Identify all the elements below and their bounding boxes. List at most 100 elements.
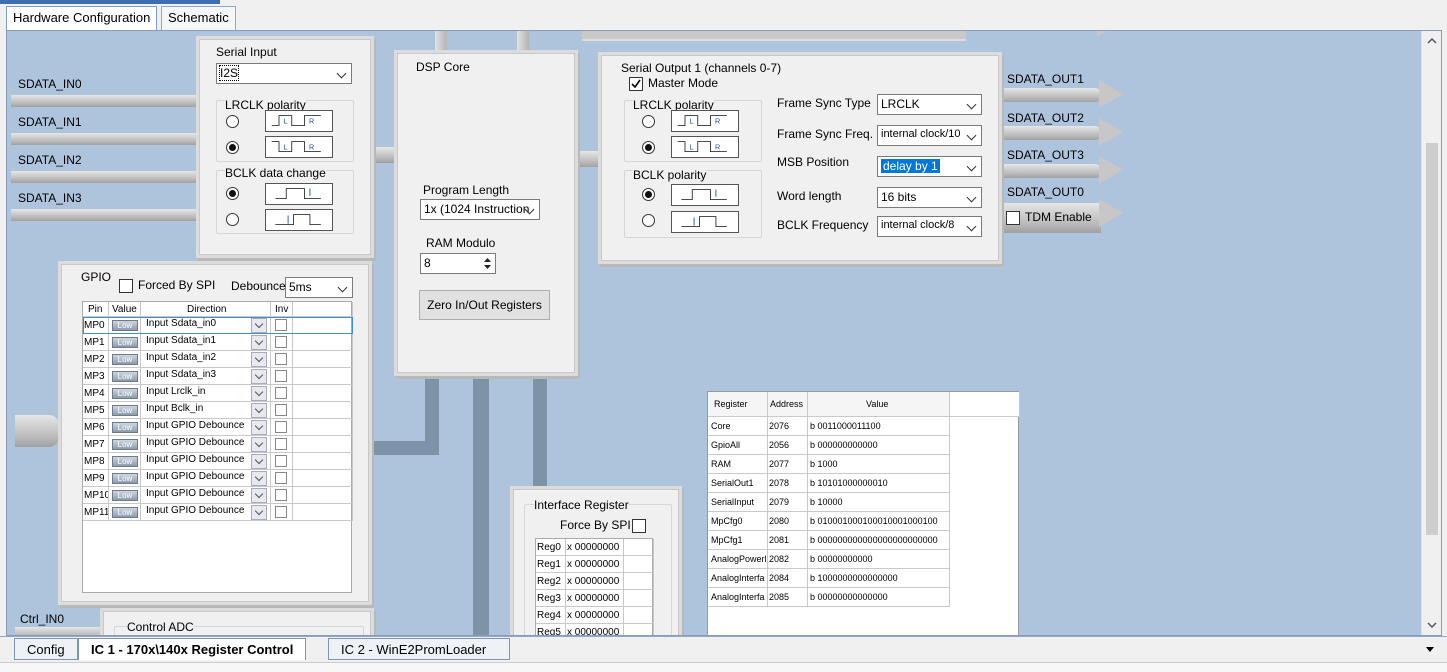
si-lrclk-radio-2[interactable] xyxy=(226,141,239,154)
msb-position-select[interactable]: delay by 1 xyxy=(877,156,982,177)
tab-ic2-wine2promloader[interactable]: IC 2 - WinE2PromLoader xyxy=(328,638,510,660)
label-sdata-out2: SDATA_OUT2 xyxy=(1007,111,1084,125)
si-bclk-radio-2[interactable] xyxy=(226,213,239,226)
chevron-down-icon[interactable] xyxy=(251,335,267,350)
force-by-spi-checkbox[interactable] xyxy=(632,519,646,533)
chevron-down-icon[interactable] xyxy=(251,471,267,486)
gpio-inv-checkbox[interactable] xyxy=(275,438,287,450)
zero-in-out-registers-button[interactable]: Zero In/Out Registers xyxy=(419,290,550,320)
ireg-value[interactable]: x 00000000 xyxy=(566,539,624,556)
gpio-low-button[interactable]: Low xyxy=(112,439,138,450)
register-empty xyxy=(950,436,1020,455)
gpio-inv-checkbox[interactable] xyxy=(275,489,287,501)
pipe-sdata-out1 xyxy=(997,88,1101,102)
chevron-down-icon[interactable] xyxy=(251,352,267,367)
tdm-enable-checkbox[interactable] xyxy=(1006,211,1020,225)
gpio-low-button[interactable]: Low xyxy=(112,371,138,382)
tab-config[interactable]: Config xyxy=(14,638,78,660)
register-value[interactable]: b 1000000000000000 xyxy=(808,569,950,588)
chevron-down-icon[interactable] xyxy=(251,403,267,418)
chevron-down-icon[interactable] xyxy=(251,454,267,469)
gpio-low-button[interactable]: Low xyxy=(112,422,138,433)
gpio-low-button[interactable]: Low xyxy=(112,456,138,467)
register-value[interactable]: b 10101000000010 xyxy=(808,474,950,493)
register-address: 2084 xyxy=(768,569,808,588)
ireg-value[interactable]: x 00000000 xyxy=(566,556,624,573)
gpio-low-button[interactable]: Low xyxy=(112,507,138,518)
gpio-inv-checkbox[interactable] xyxy=(275,387,287,399)
gpio-low-button[interactable]: Low xyxy=(112,337,138,348)
register-value[interactable]: b 00000000000 xyxy=(808,550,950,569)
chevron-down-icon[interactable] xyxy=(251,437,267,452)
ram-modulo-stepper[interactable]: 8 xyxy=(420,253,496,274)
scroll-down-icon[interactable] xyxy=(1426,621,1438,629)
chevron-down-icon[interactable] xyxy=(251,369,267,384)
debounce-select[interactable]: 5ms xyxy=(285,277,353,298)
register-value[interactable]: b 000000000000 xyxy=(808,436,950,455)
gpio-inv-checkbox[interactable] xyxy=(275,336,287,348)
register-empty xyxy=(950,474,1020,493)
scrollbar-thumb[interactable] xyxy=(1426,143,1438,535)
so-lrclk-radio-1[interactable] xyxy=(642,115,655,128)
so-lrclk-radio-2[interactable] xyxy=(642,141,655,154)
gpio-inv-checkbox[interactable] xyxy=(275,353,287,365)
register-value[interactable]: b 1000 xyxy=(808,455,950,474)
pipe-sdata-in0 xyxy=(11,95,205,107)
gpio-inv-checkbox[interactable] xyxy=(275,506,287,518)
gpio-inv-checkbox[interactable] xyxy=(275,370,287,382)
serial-input-title: Serial Input xyxy=(216,45,277,59)
bclk-frequency-select[interactable]: internal clock/8 xyxy=(877,216,982,237)
chevron-down-icon[interactable] xyxy=(251,386,267,401)
spin-arrows-icon[interactable] xyxy=(481,255,494,272)
gpio-pin: MP11 xyxy=(83,504,109,521)
register-address: 2078 xyxy=(768,474,808,493)
register-value[interactable]: b 010001000100010001000100 xyxy=(808,512,950,531)
gpio-pin: MP8 xyxy=(83,453,109,470)
tab-schematic[interactable]: Schematic xyxy=(161,6,236,30)
register-value[interactable]: b 10000 xyxy=(808,493,950,512)
tab-ic1-register-control[interactable]: IC 1 - 170x\140x Register Control xyxy=(78,638,307,660)
label-sdata-in0: SDATA_IN0 xyxy=(18,77,82,91)
gpio-inv-checkbox[interactable] xyxy=(275,421,287,433)
frame-sync-freq-select[interactable]: internal clock/10 xyxy=(877,125,982,146)
so-bclk-radio-2[interactable] xyxy=(642,214,655,227)
tab-hardware-configuration[interactable]: Hardware Configuration xyxy=(6,6,158,30)
register-value[interactable]: b 00000000000000 xyxy=(808,588,950,607)
so-bclk-radio-1[interactable] xyxy=(642,188,655,201)
si-lrclk-radio-1[interactable] xyxy=(226,115,239,128)
schematic-canvas[interactable]: SDATA_IN0 SDATA_IN1 SDATA_IN2 SDATA_IN3 … xyxy=(6,30,1442,636)
gpio-low-button[interactable]: Low xyxy=(112,388,138,399)
chevron-down-icon[interactable] xyxy=(251,420,267,435)
chevron-down-icon[interactable] xyxy=(251,505,267,520)
si-bclk-radio-1[interactable] xyxy=(226,187,239,200)
gpio-low-button[interactable]: Low xyxy=(112,473,138,484)
gpio-inv-checkbox[interactable] xyxy=(275,455,287,467)
chevron-down-icon[interactable] xyxy=(251,488,267,503)
tab-dropdown-icon[interactable] xyxy=(1424,645,1436,653)
frame-sync-type-select[interactable]: LRCLK xyxy=(877,94,982,115)
forced-by-spi-checkbox[interactable] xyxy=(119,279,133,293)
gpio-low-button[interactable]: Low xyxy=(112,490,138,501)
gpio-low-button[interactable]: Low xyxy=(112,354,138,365)
ireg-value[interactable]: x 00000000 xyxy=(566,590,624,607)
ireg-value[interactable]: x 00000000 xyxy=(566,624,624,635)
serial-input-format-select[interactable]: I2S xyxy=(216,63,352,84)
ireg-name: Reg4 xyxy=(536,607,566,624)
master-mode-checkbox[interactable] xyxy=(629,77,643,91)
gpio-inv-checkbox[interactable] xyxy=(275,472,287,484)
gpio-inv-checkbox[interactable] xyxy=(275,404,287,416)
status-strip xyxy=(0,662,1447,672)
word-length-select[interactable]: 16 bits xyxy=(877,187,982,208)
program-length-select[interactable]: 1x (1024 Instruction xyxy=(420,199,540,220)
gpio-low-button[interactable]: Low xyxy=(112,405,138,416)
register-table: Register Address Value Core 2076 b 0011000… xyxy=(707,391,1020,635)
ireg-value[interactable]: x 00000000 xyxy=(566,573,624,590)
ireg-value[interactable]: x 00000000 xyxy=(566,607,624,624)
scroll-up-icon[interactable] xyxy=(1426,37,1438,45)
register-value[interactable]: b 000000000000000000000000 xyxy=(808,531,950,550)
chevron-down-icon xyxy=(965,129,979,143)
register-value[interactable]: b 0011000011100 xyxy=(808,417,950,436)
vertical-scrollbar[interactable] xyxy=(1421,31,1441,635)
ram-modulo-label: RAM Modulo xyxy=(426,236,496,250)
ireg-name: Reg5 xyxy=(536,624,566,635)
